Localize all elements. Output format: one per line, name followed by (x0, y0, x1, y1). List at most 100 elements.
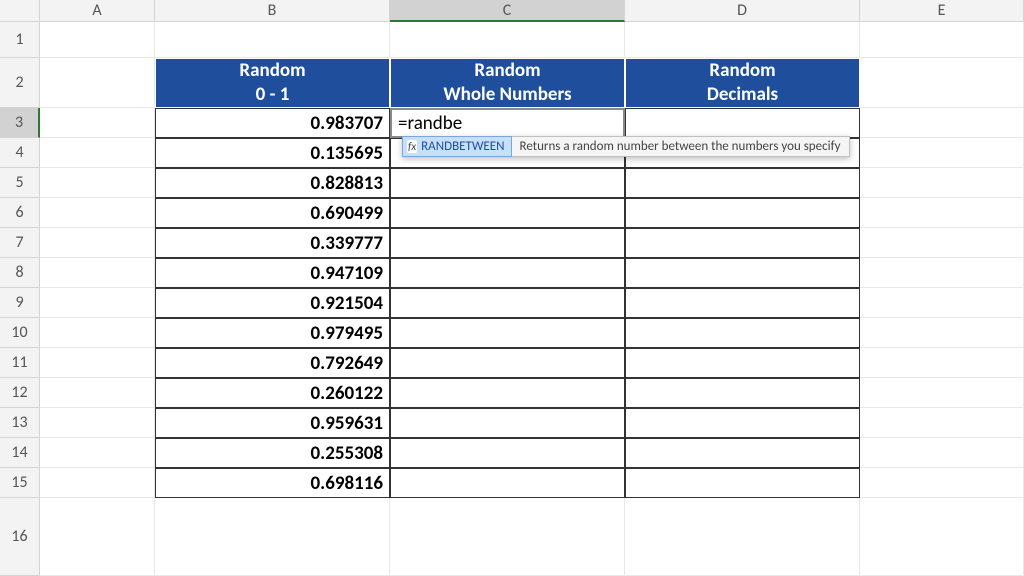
table-header-random-01[interactable]: Random 0 - 1 (155, 58, 390, 108)
cell-C16[interactable] (390, 498, 625, 576)
cell-D12[interactable] (625, 378, 860, 408)
cell-D5[interactable] (625, 168, 860, 198)
cell-A10[interactable] (40, 318, 155, 348)
cell-D3[interactable] (625, 108, 860, 138)
col-header-C[interactable]: C (390, 0, 625, 22)
cell-D16[interactable] (625, 498, 860, 576)
cell-C8[interactable] (390, 258, 625, 288)
row-header-5[interactable]: 5 (0, 168, 40, 198)
cell-E9[interactable] (860, 288, 1024, 318)
cell-A13[interactable] (40, 408, 155, 438)
cell-A15[interactable] (40, 468, 155, 498)
cell-A3[interactable] (40, 108, 155, 138)
col-header-D[interactable]: D (625, 0, 860, 22)
cell-B5[interactable]: 0.828813 (155, 168, 390, 198)
cell-B14[interactable]: 0.255308 (155, 438, 390, 468)
cell-A14[interactable] (40, 438, 155, 468)
cell-B11[interactable]: 0.792649 (155, 348, 390, 378)
row-header-3[interactable]: 3 (0, 108, 40, 138)
cell-E11[interactable] (860, 348, 1024, 378)
cell-B15[interactable]: 0.698116 (155, 468, 390, 498)
col-header-A[interactable]: A (40, 0, 155, 22)
cell-A12[interactable] (40, 378, 155, 408)
row-header-8[interactable]: 8 (0, 258, 40, 288)
cell-C9[interactable] (390, 288, 625, 318)
row-header-13[interactable]: 13 (0, 408, 40, 438)
cell-A4[interactable] (40, 138, 155, 168)
row-header-11[interactable]: 11 (0, 348, 40, 378)
row-header-7[interactable]: 7 (0, 228, 40, 258)
row-header-14[interactable]: 14 (0, 438, 40, 468)
table-header-random-whole[interactable]: Random Whole Numbers (390, 58, 625, 108)
cell-D15[interactable] (625, 468, 860, 498)
row-header-9[interactable]: 9 (0, 288, 40, 318)
cell-A8[interactable] (40, 258, 155, 288)
row-header-16[interactable]: 16 (0, 498, 40, 576)
col-header-B[interactable]: B (155, 0, 390, 22)
cell-D14[interactable] (625, 438, 860, 468)
cell-A7[interactable] (40, 228, 155, 258)
cell-E7[interactable] (860, 228, 1024, 258)
cell-E1[interactable] (860, 22, 1024, 58)
cell-E2[interactable] (860, 58, 1024, 108)
row-header-15[interactable]: 15 (0, 468, 40, 498)
cell-E4[interactable] (860, 138, 1024, 168)
row-header-2[interactable]: 2 (0, 58, 40, 108)
cell-E3[interactable] (860, 108, 1024, 138)
col-header-E[interactable]: E (860, 0, 1024, 22)
cell-A1[interactable] (40, 22, 155, 58)
cell-E13[interactable] (860, 408, 1024, 438)
cell-C6[interactable] (390, 198, 625, 228)
cell-A5[interactable] (40, 168, 155, 198)
cell-C11[interactable] (390, 348, 625, 378)
cell-E15[interactable] (860, 468, 1024, 498)
autocomplete-item-randbetween[interactable]: fx RANDBETWEEN (402, 136, 512, 157)
row-header-4[interactable]: 4 (0, 138, 40, 168)
spreadsheet-grid[interactable]: A B C D E 1 2 Random 0 - 1 Random Whole … (0, 0, 1024, 576)
cell-D6[interactable] (625, 198, 860, 228)
select-all-corner[interactable] (0, 0, 40, 22)
cell-C10[interactable] (390, 318, 625, 348)
cell-D7[interactable] (625, 228, 860, 258)
cell-C3-editing[interactable]: =randbe fx RANDBETWEEN Returns a random … (390, 108, 625, 138)
cell-A6[interactable] (40, 198, 155, 228)
row-header-12[interactable]: 12 (0, 378, 40, 408)
cell-A11[interactable] (40, 348, 155, 378)
cell-E5[interactable] (860, 168, 1024, 198)
cell-E10[interactable] (860, 318, 1024, 348)
cell-B12[interactable]: 0.260122 (155, 378, 390, 408)
cell-B6[interactable]: 0.690499 (155, 198, 390, 228)
cell-A2[interactable] (40, 58, 155, 108)
cell-B3[interactable]: 0.983707 (155, 108, 390, 138)
cell-C7[interactable] (390, 228, 625, 258)
cell-B10[interactable]: 0.979495 (155, 318, 390, 348)
cell-D8[interactable] (625, 258, 860, 288)
table-header-random-decimals[interactable]: Random Decimals (625, 58, 860, 108)
cell-C13[interactable] (390, 408, 625, 438)
cell-A9[interactable] (40, 288, 155, 318)
cell-D10[interactable] (625, 318, 860, 348)
cell-B1[interactable] (155, 22, 390, 58)
cell-B8[interactable]: 0.947109 (155, 258, 390, 288)
row-header-6[interactable]: 6 (0, 198, 40, 228)
cell-B7[interactable]: 0.339777 (155, 228, 390, 258)
cell-C1[interactable] (390, 22, 625, 58)
cell-C15[interactable] (390, 468, 625, 498)
formula-autocomplete[interactable]: fx RANDBETWEEN Returns a random number b… (402, 136, 850, 157)
cell-E16[interactable] (860, 498, 1024, 576)
cell-B4[interactable]: 0.135695 (155, 138, 390, 168)
cell-D13[interactable] (625, 408, 860, 438)
cell-E12[interactable] (860, 378, 1024, 408)
cell-D11[interactable] (625, 348, 860, 378)
cell-B9[interactable]: 0.921504 (155, 288, 390, 318)
cell-C5[interactable] (390, 168, 625, 198)
cell-E8[interactable] (860, 258, 1024, 288)
row-header-10[interactable]: 10 (0, 318, 40, 348)
cell-D9[interactable] (625, 288, 860, 318)
cell-C12[interactable] (390, 378, 625, 408)
row-header-1[interactable]: 1 (0, 22, 40, 58)
cell-B16[interactable] (155, 498, 390, 576)
cell-E6[interactable] (860, 198, 1024, 228)
cell-D1[interactable] (625, 22, 860, 58)
cell-A16[interactable] (40, 498, 155, 576)
